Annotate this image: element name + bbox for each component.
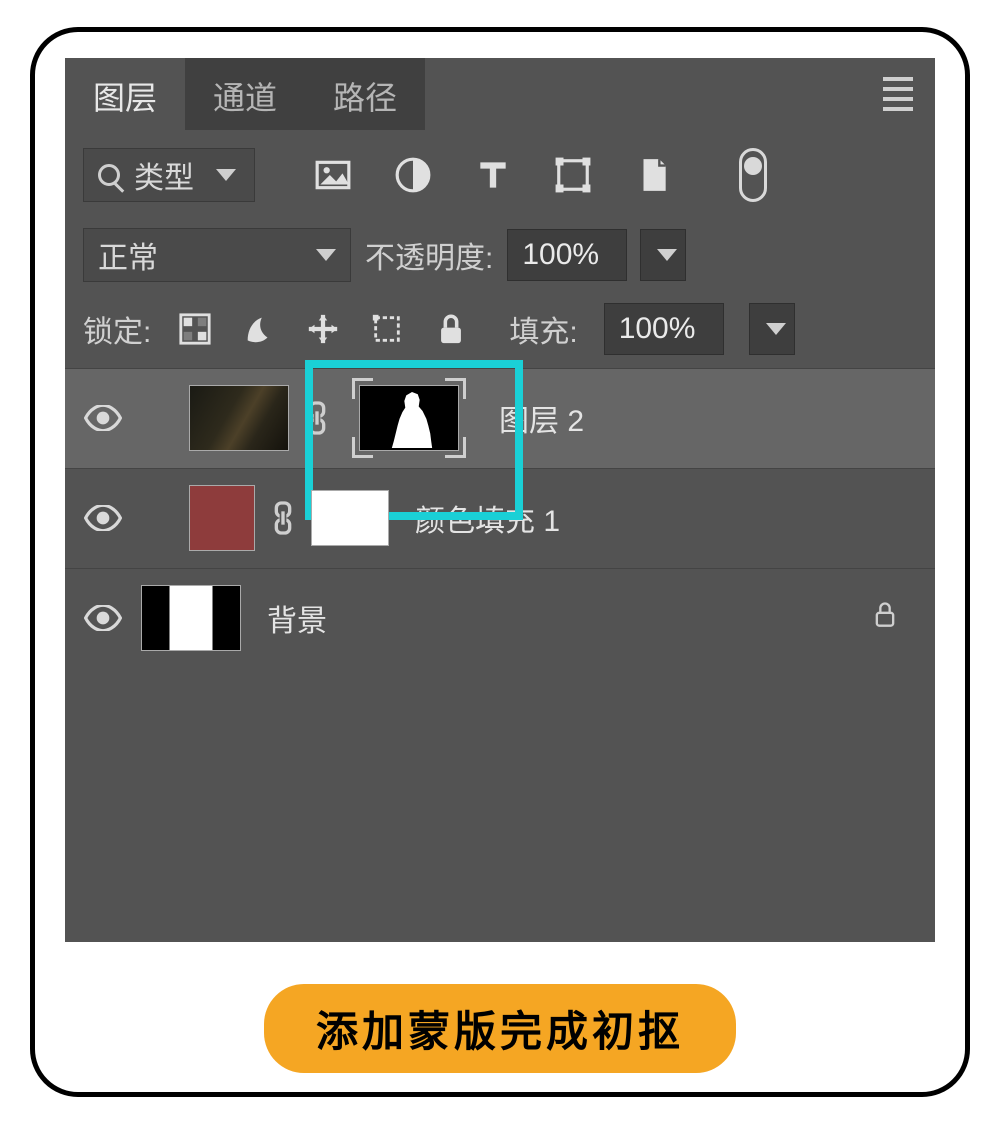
layer-name[interactable]: 背景 bbox=[267, 596, 327, 640]
layer-thumbnail[interactable] bbox=[189, 385, 289, 451]
filter-shape-icon[interactable] bbox=[553, 155, 593, 195]
layer-name[interactable]: 颜色填充 1 bbox=[415, 496, 560, 540]
layer-name[interactable]: 图层 2 bbox=[499, 396, 584, 440]
fill-stepper[interactable] bbox=[749, 303, 795, 355]
mask-thumbnail-wrap bbox=[345, 375, 473, 461]
chevron-down-icon bbox=[216, 169, 236, 181]
filter-adjustment-icon[interactable] bbox=[393, 155, 433, 195]
opacity-value: 100% bbox=[522, 238, 599, 272]
lock-position-icon[interactable] bbox=[305, 311, 341, 347]
panel-tabs: 图层 通道 路径 bbox=[65, 58, 935, 130]
layers-panel: 图层 通道 路径 类型 bbox=[65, 58, 935, 942]
chevron-down-icon bbox=[657, 249, 677, 261]
lock-image-icon[interactable] bbox=[241, 311, 277, 347]
visibility-toggle[interactable] bbox=[83, 398, 123, 438]
layer-row[interactable]: 图层 2 bbox=[65, 368, 935, 468]
lock-label: 锁定: bbox=[83, 307, 151, 351]
blend-mode-value: 正常 bbox=[98, 233, 158, 277]
layer-mask-thumbnail[interactable] bbox=[311, 490, 389, 546]
layer-thumbnail[interactable] bbox=[189, 485, 255, 551]
layers-list: 图层 2 颜色填充 1 bbox=[65, 368, 935, 942]
tab-channels[interactable]: 通道 bbox=[185, 58, 305, 130]
lock-icon bbox=[871, 598, 899, 638]
chevron-down-icon bbox=[316, 249, 336, 261]
fill-input[interactable]: 100% bbox=[604, 303, 724, 355]
filter-kind-select[interactable]: 类型 bbox=[83, 148, 255, 202]
opacity-input[interactable]: 100% bbox=[507, 229, 627, 281]
fill-label: 填充: bbox=[509, 307, 577, 351]
visibility-toggle[interactable] bbox=[83, 598, 123, 638]
caption-pill: 添加蒙版完成初抠 bbox=[264, 984, 736, 1073]
card-frame: 图层 通道 路径 类型 bbox=[30, 27, 970, 1097]
blend-mode-select[interactable]: 正常 bbox=[83, 228, 351, 282]
mask-link-icon[interactable] bbox=[273, 501, 293, 535]
filter-kind-label: 类型 bbox=[134, 153, 194, 197]
filter-pixel-icon[interactable] bbox=[313, 155, 353, 195]
fill-value: 100% bbox=[619, 312, 696, 346]
chevron-down-icon bbox=[766, 323, 786, 335]
filter-smartobject-icon[interactable] bbox=[633, 155, 673, 195]
tab-layers[interactable]: 图层 bbox=[65, 58, 185, 130]
layer-mask-thumbnail[interactable] bbox=[359, 385, 459, 451]
layer-row[interactable]: 颜色填充 1 bbox=[65, 468, 935, 568]
blend-row: 正常 不透明度: 100% bbox=[65, 220, 935, 290]
layer-filter-row: 类型 bbox=[65, 130, 935, 220]
lock-artboard-icon[interactable] bbox=[369, 311, 405, 347]
panel-menu-icon[interactable] bbox=[883, 77, 913, 111]
lock-all-icon[interactable] bbox=[433, 311, 469, 347]
search-icon bbox=[98, 164, 120, 186]
lock-transparent-icon[interactable] bbox=[177, 311, 213, 347]
opacity-label: 不透明度: bbox=[365, 233, 493, 277]
mask-link-icon[interactable] bbox=[307, 401, 327, 435]
layer-row[interactable]: 背景 bbox=[65, 568, 935, 668]
filter-type-text-icon[interactable] bbox=[473, 155, 513, 195]
filter-type-icons bbox=[313, 155, 673, 195]
layer-thumbnail[interactable] bbox=[141, 585, 241, 651]
filter-toggle[interactable] bbox=[739, 148, 767, 202]
opacity-stepper[interactable] bbox=[640, 229, 686, 281]
visibility-toggle[interactable] bbox=[83, 498, 123, 538]
lock-row: 锁定: 填充: 100% bbox=[65, 290, 935, 368]
tab-paths[interactable]: 路径 bbox=[305, 58, 425, 130]
